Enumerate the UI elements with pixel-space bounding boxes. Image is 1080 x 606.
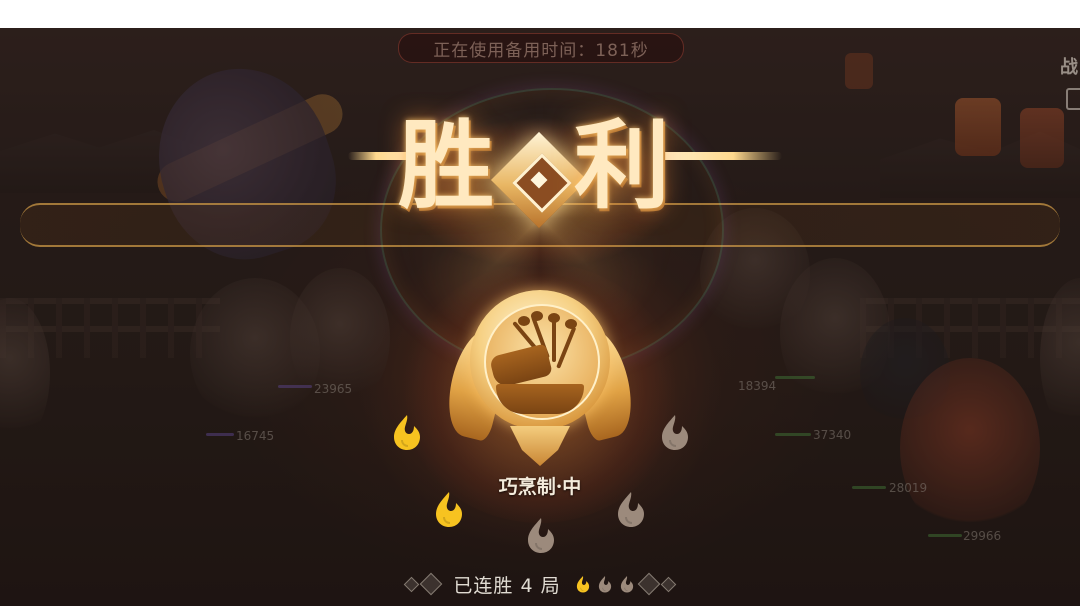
pot-icon (496, 384, 584, 414)
victory-title-char-1: 胜 (398, 109, 494, 222)
battle-menu-icon[interactable]: 战 (1060, 53, 1080, 81)
flame-icon-unlit (524, 516, 558, 554)
flame-icon-unlit (614, 490, 648, 528)
utensil-head-icon (548, 313, 560, 323)
flame-icon-unlit (658, 413, 692, 451)
reward-name: 巧烹制·中 (498, 476, 582, 498)
diamond-ornament-icon (420, 572, 443, 596)
utensil-icon (552, 318, 556, 362)
diamond-ornament-icon (404, 576, 420, 592)
title-flourish-right (660, 152, 782, 160)
victory-title-char-2: 利 (574, 109, 670, 222)
utensil-head-icon (531, 311, 543, 321)
streak-flame-icon-unlit (597, 575, 613, 593)
flame-icon-lit (390, 413, 424, 451)
utensil-head-icon (518, 316, 530, 326)
streak-flame-icon-unlit (619, 575, 635, 593)
utensil-head-icon (565, 319, 577, 329)
win-streak-row: 已连胜 4 局 (380, 568, 700, 600)
backup-time-indicator: 正在使用备用时间：181秒 (398, 33, 684, 63)
win-streak-text: 已连胜 4 局 (453, 574, 561, 597)
streak-flame-icon-lit (575, 575, 591, 593)
side-panel-icon[interactable] (1066, 88, 1080, 110)
flame-icon-lit (432, 490, 466, 528)
battle-result-screen[interactable]: 23965 16745 18394 37340 28019 29966 正在使用… (0, 28, 1080, 606)
diamond-ornament-icon (660, 576, 676, 592)
diamond-ornament-icon (637, 572, 660, 596)
